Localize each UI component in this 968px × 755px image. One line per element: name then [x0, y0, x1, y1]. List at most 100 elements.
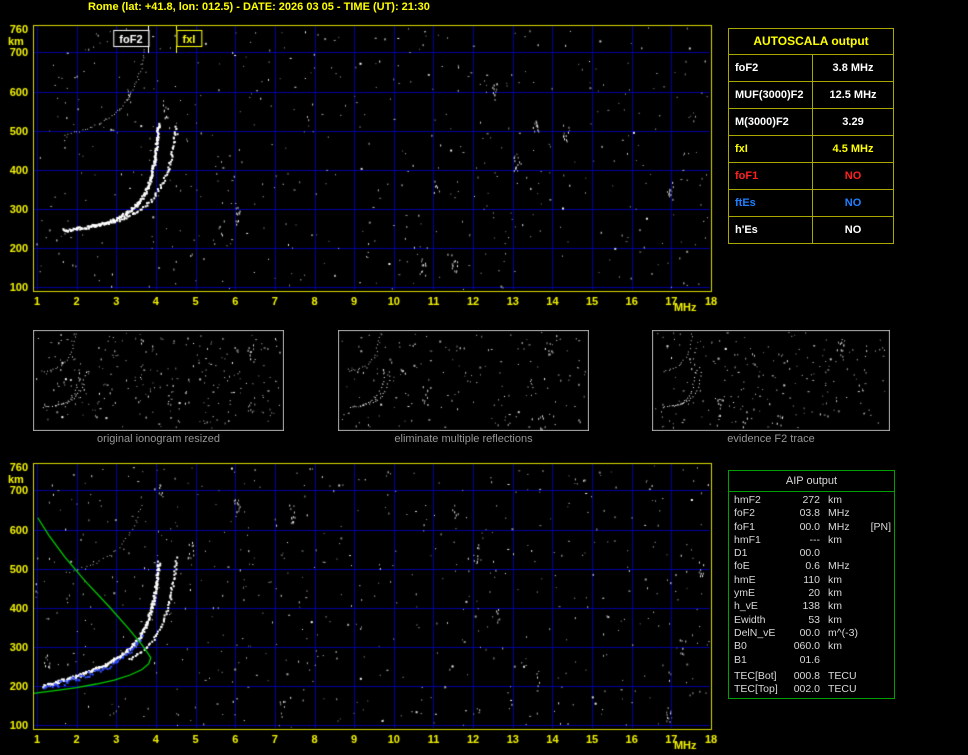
param-label: D1	[734, 547, 748, 560]
top-ionogram-plot	[0, 14, 730, 314]
param-note	[866, 507, 894, 520]
param-unit	[828, 654, 866, 667]
param-label: DelN_vE	[734, 626, 776, 639]
param-value: 53	[808, 613, 820, 626]
param-value: 002.0	[793, 683, 820, 696]
param-value: NO	[844, 170, 862, 182]
param-label: B0	[734, 640, 747, 653]
param-label: foE	[734, 560, 750, 573]
param-value: 110	[803, 573, 820, 586]
param-unit: m^(-3)	[828, 626, 859, 639]
aip-rows: hmF2 272 km foF2 03.8 MHz foF1 00.0 MHz [PN] hmF1 -…	[729, 492, 894, 698]
thumbnail-caption-eliminate: eliminate multiple reflections	[394, 433, 533, 445]
aip-row: hmE 110 km	[734, 574, 894, 587]
param-label: foF2	[729, 55, 813, 81]
thumbnail-evidence-f2-trace	[652, 330, 890, 431]
param-value: NO	[844, 224, 862, 236]
autoscala-row: fxI 4.5 MHz	[729, 136, 893, 163]
param-note	[866, 670, 894, 683]
autoscala-table-title: AUTOSCALA output	[729, 29, 893, 55]
autoscala-row: ftEs NO	[729, 190, 893, 217]
aip-row: Ewidth 53 km	[734, 614, 894, 627]
param-label: foF1	[729, 163, 813, 189]
param-label: hmF1	[734, 533, 761, 546]
autoscala-row: MUF(3000)F2 12.5 MHz	[729, 82, 893, 109]
param-label: h'Es	[729, 217, 813, 243]
param-label: ftEs	[729, 190, 813, 216]
aip-row: TEC[Top] 002.0 TECU	[734, 683, 894, 696]
param-value: 272	[802, 494, 820, 506]
param-value: 01.6	[799, 653, 820, 666]
aip-output-table: AIP output hmF2 272 km foF2 03.8 MHz foF1 00.0 M…	[728, 470, 895, 700]
param-value: 3.8 MHz	[832, 62, 874, 74]
aip-row: hmF1 --- km	[734, 534, 894, 547]
aip-row: DelN_vE 00.0 m^(-3)	[734, 627, 894, 640]
autoscala-row: h'Es NO	[729, 217, 893, 243]
autoscala-row: foF2 3.8 MHz	[729, 55, 893, 82]
aip-row: B1 01.6	[734, 654, 894, 667]
param-label: foF2	[734, 507, 756, 520]
param-label: h_vE	[734, 600, 758, 613]
param-value: 0.6	[805, 560, 820, 573]
param-unit: MHz	[828, 520, 850, 533]
param-label: hmF2	[734, 494, 761, 506]
param-value: 03.8	[799, 507, 820, 520]
param-note	[866, 494, 894, 507]
param-value: 20	[808, 587, 820, 600]
aip-row: B0 060.0 km	[734, 640, 894, 653]
param-label: MUF(3000)F2	[729, 82, 813, 108]
aip-row: hmF2 272 km	[734, 494, 894, 507]
param-note	[866, 627, 894, 640]
param-label: B1	[734, 653, 747, 666]
param-label: TEC[Bot]	[734, 669, 777, 682]
param-value: 00.0	[799, 547, 820, 560]
bottom-ionogram-plot	[0, 452, 730, 755]
thumbnail-eliminate-reflections	[338, 330, 589, 431]
param-note	[866, 600, 894, 613]
param-note	[866, 640, 894, 653]
param-unit: km	[828, 613, 842, 626]
aip-row: foF1 00.0 MHz [PN]	[734, 521, 894, 534]
param-unit: TECU	[828, 669, 857, 682]
param-label: TEC[Top]	[734, 683, 778, 696]
param-value: 4.5 MHz	[832, 143, 874, 155]
thumbnail-original-ionogram	[33, 330, 284, 431]
param-unit: km	[828, 640, 842, 653]
param-note	[866, 587, 894, 600]
param-value: ---	[809, 533, 821, 546]
param-value: 3.29	[842, 116, 864, 128]
param-note	[866, 683, 894, 696]
param-note	[866, 574, 894, 587]
thumbnail-caption-original: original ionogram resized	[97, 433, 220, 445]
param-value: 00.0	[799, 626, 820, 639]
aip-row: TEC[Bot] 000.8 TECU	[734, 670, 894, 683]
page-title: Rome (lat: +41.8, lon: 012.5) - DATE: 20…	[88, 1, 430, 13]
param-unit: km	[828, 494, 842, 506]
param-note	[866, 654, 894, 667]
param-label: hmE	[734, 573, 756, 586]
param-unit: km	[828, 587, 842, 600]
param-value: 060.0	[793, 640, 820, 653]
param-note	[866, 560, 894, 573]
autoscala-row: foF1 NO	[729, 163, 893, 190]
autoscala-app: { "title": "Rome (lat: +41.8, lon: 012.5…	[0, 0, 968, 755]
aip-table-title: AIP output	[729, 471, 894, 492]
param-unit: MHz	[828, 560, 850, 573]
param-label: fxI	[729, 136, 813, 162]
param-value: 138	[802, 600, 820, 613]
autoscala-output-table: AUTOSCALA output foF2 3.8 MHz MUF(3000)F2 1…	[728, 28, 894, 244]
thumbnail-caption-evidence: evidence F2 trace	[727, 433, 815, 445]
param-label: foF1	[734, 520, 756, 533]
param-note: [PN]	[870, 520, 891, 533]
param-value: 000.8	[793, 669, 820, 682]
aip-row: foF2 03.8 MHz	[734, 507, 894, 520]
param-value: 00.0	[799, 520, 820, 533]
param-unit: MHz	[828, 507, 850, 520]
param-note	[866, 547, 894, 560]
param-note	[866, 534, 894, 547]
param-note	[866, 614, 894, 627]
param-value: NO	[844, 197, 862, 209]
aip-row: foE 0.6 MHz	[734, 560, 894, 573]
param-unit: km	[828, 600, 842, 613]
autoscala-row: M(3000)F2 3.29	[729, 109, 893, 136]
